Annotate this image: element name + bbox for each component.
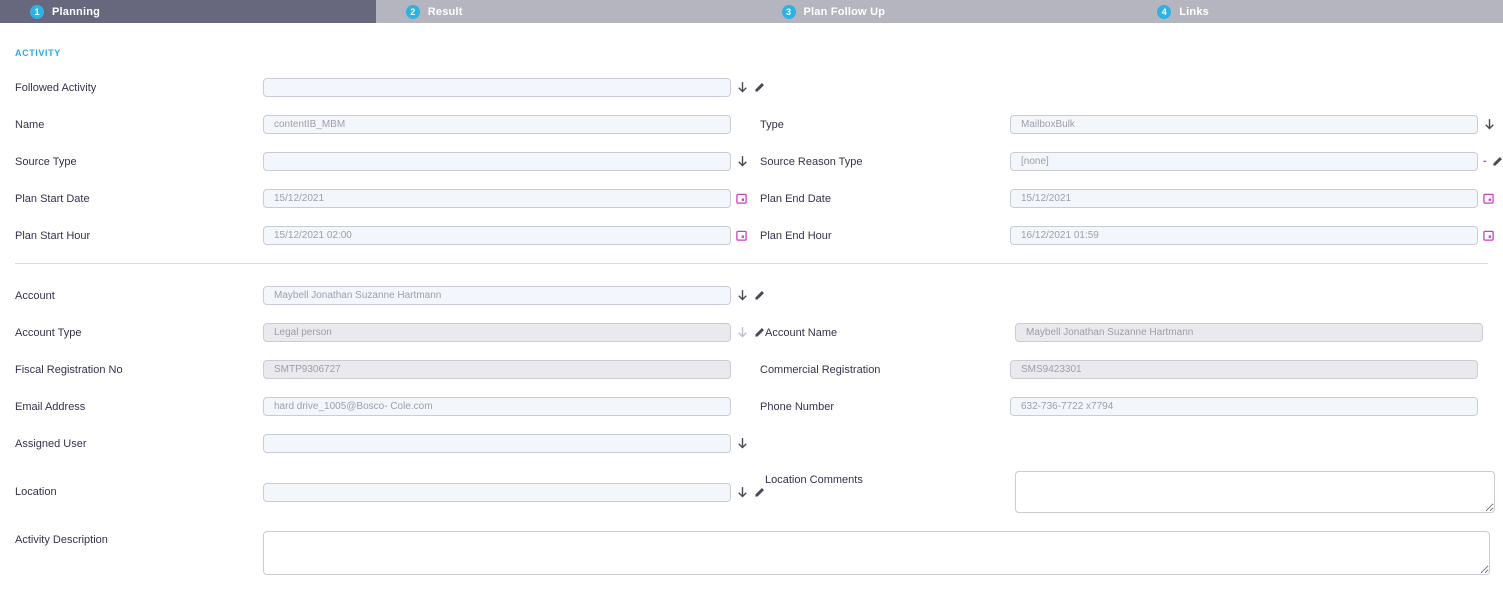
lookup-arrow-icon[interactable]	[736, 155, 749, 168]
source-type-label: Source Type	[15, 156, 263, 168]
account-input[interactable]	[263, 286, 731, 305]
tab-number-badge: 1	[30, 5, 44, 19]
location-comments-textarea[interactable]	[1015, 471, 1495, 513]
edit-pencil-icon[interactable]	[754, 487, 765, 498]
assigned-user-input[interactable]	[263, 434, 731, 453]
lookup-arrow-icon-disabled	[736, 326, 749, 339]
section-title-activity: ACTIVITY	[15, 48, 1488, 58]
type-input[interactable]	[1010, 115, 1478, 134]
account-name-label: Account Name	[765, 327, 1015, 339]
tab-label: Plan Follow Up	[804, 6, 886, 18]
phone-number-input[interactable]	[1010, 397, 1478, 416]
source-type-input[interactable]	[263, 152, 731, 171]
activity-description-label: Activity Description	[15, 531, 263, 546]
calendar-icon[interactable]	[736, 193, 747, 204]
phone-number-label: Phone Number	[760, 401, 1010, 413]
calendar-icon[interactable]	[736, 230, 747, 241]
activity-description-textarea[interactable]	[263, 531, 1490, 575]
plan-start-hour-label: Plan Start Hour	[15, 230, 263, 242]
email-address-label: Email Address	[15, 401, 263, 413]
plan-end-date-input[interactable]	[1010, 189, 1478, 208]
account-type-label: Account Type	[15, 327, 263, 339]
email-address-input[interactable]	[263, 397, 731, 416]
tab-plan-follow-up[interactable]: 3 Plan Follow Up	[752, 0, 1128, 23]
location-label: Location	[15, 486, 263, 498]
plan-start-hour-input[interactable]	[263, 226, 731, 245]
fiscal-registration-no-input	[263, 360, 731, 379]
followed-activity-label: Followed Activity	[15, 82, 263, 94]
tab-label: Result	[428, 6, 463, 18]
lookup-arrow-icon[interactable]	[736, 81, 749, 94]
account-type-input	[263, 323, 731, 342]
wizard-tabbar: 1 Planning 2 Result 3 Plan Follow Up 4 L…	[0, 0, 1503, 23]
edit-pencil-icon[interactable]	[754, 290, 765, 301]
assigned-user-label: Assigned User	[15, 438, 263, 450]
lookup-arrow-icon[interactable]	[736, 289, 749, 302]
plan-end-date-label: Plan End Date	[760, 193, 1010, 205]
clear-dash-icon[interactable]: -	[1483, 156, 1487, 167]
commercial-registration-input	[1010, 360, 1478, 379]
account-name-input	[1015, 323, 1483, 342]
tab-label: Planning	[52, 6, 100, 18]
followed-activity-input[interactable]	[263, 78, 731, 97]
tab-planning[interactable]: 1 Planning	[0, 0, 376, 23]
plan-start-date-label: Plan Start Date	[15, 193, 263, 205]
activity-form: Followed Activity Name Type	[15, 78, 1488, 575]
type-label: Type	[760, 119, 1010, 131]
lookup-arrow-icon[interactable]	[1483, 118, 1496, 131]
account-label: Account	[15, 290, 263, 302]
tab-number-badge: 4	[1157, 5, 1171, 19]
plan-end-hour-input[interactable]	[1010, 226, 1478, 245]
tab-number-badge: 2	[406, 5, 420, 19]
commercial-registration-label: Commercial Registration	[760, 364, 1010, 376]
source-reason-type-input[interactable]	[1010, 152, 1478, 171]
tab-number-badge: 3	[782, 5, 796, 19]
location-input[interactable]	[263, 483, 731, 502]
section-divider	[15, 263, 1488, 264]
plan-start-date-input[interactable]	[263, 189, 731, 208]
tab-result[interactable]: 2 Result	[376, 0, 752, 23]
edit-pencil-icon[interactable]	[1492, 156, 1503, 167]
location-comments-label: Location Comments	[765, 471, 1015, 486]
source-reason-type-label: Source Reason Type	[760, 156, 1010, 168]
name-label: Name	[15, 119, 263, 131]
calendar-icon[interactable]	[1483, 193, 1494, 204]
lookup-arrow-icon[interactable]	[736, 486, 749, 499]
lookup-arrow-icon[interactable]	[736, 437, 749, 450]
calendar-icon[interactable]	[1483, 230, 1494, 241]
tab-links[interactable]: 4 Links	[1127, 0, 1503, 23]
fiscal-registration-no-label: Fiscal Registration No	[15, 364, 263, 376]
edit-pencil-icon[interactable]	[754, 327, 765, 338]
plan-end-hour-label: Plan End Hour	[760, 230, 1010, 242]
tab-label: Links	[1179, 6, 1209, 18]
edit-pencil-icon[interactable]	[754, 82, 765, 93]
name-input[interactable]	[263, 115, 731, 134]
